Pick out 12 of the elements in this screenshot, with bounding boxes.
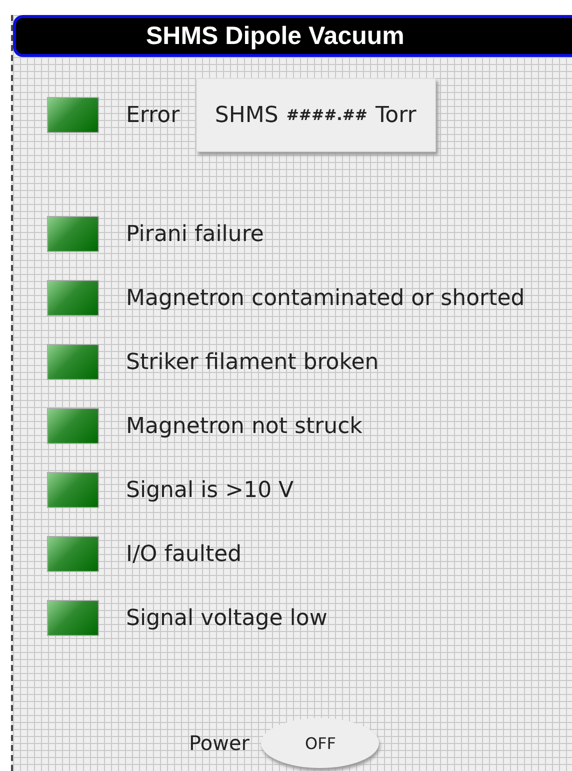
indicator-label: Signal voltage low bbox=[126, 606, 328, 630]
indicator-label: Pirani failure bbox=[126, 222, 264, 246]
indicator-label: Striker filament broken bbox=[126, 350, 379, 374]
indicator-label: Error bbox=[126, 102, 180, 128]
power-label: Power bbox=[189, 731, 250, 755]
power-toggle[interactable]: OFF bbox=[261, 718, 380, 768]
indicator-label: Magnetron not struck bbox=[126, 414, 362, 438]
indicator-label: I/O faulted bbox=[126, 542, 242, 566]
pressure-readout: SHMS ####.## Torr bbox=[196, 78, 436, 152]
panel-title: SHMS Dipole Vacuum bbox=[13, 15, 572, 57]
indicator-label: Magnetron contaminated or shorted bbox=[126, 286, 525, 310]
indicator-label: Signal is >10 V bbox=[126, 478, 294, 502]
